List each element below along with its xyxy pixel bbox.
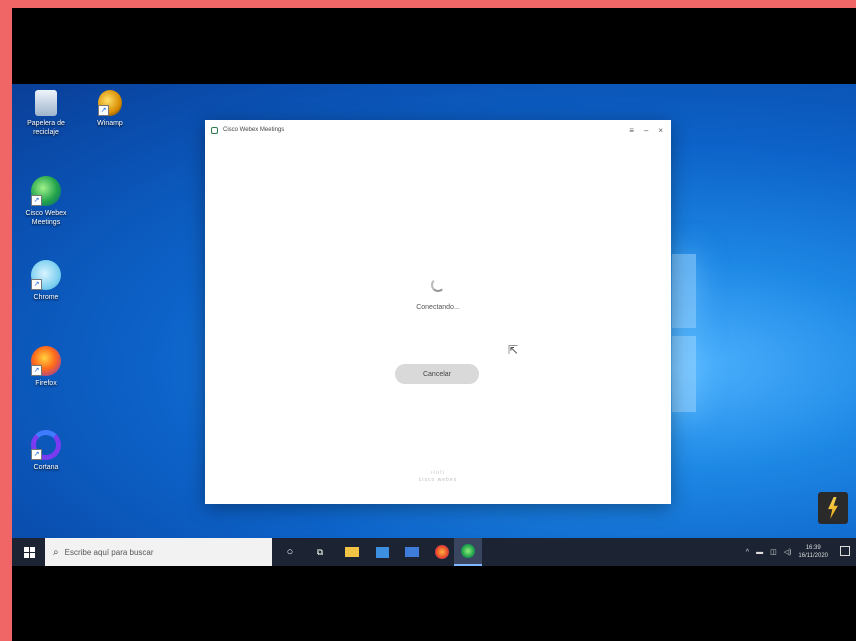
chevron-up-icon[interactable]: ^ [746,549,749,556]
loading-spinner-icon [431,278,445,292]
frame-top [0,0,856,8]
desktop-icon-label: Cisco Webex Meetings [25,210,67,226]
cancel-button[interactable]: Cancelar [395,364,479,384]
shortcut-arrow-icon: ↗ [31,449,42,460]
task-view-button[interactable]: ⧉ [310,538,330,566]
battery-icon[interactable]: ▬ [756,549,763,556]
store-icon[interactable] [372,538,392,566]
firefox-icon: ↗ [31,346,61,376]
shortcut-arrow-icon: ↗ [98,105,109,116]
frame-left [0,0,12,641]
mouse-cursor-icon: ⇱ [508,343,519,357]
mail-icon[interactable] [402,538,422,566]
start-button[interactable] [20,538,38,566]
desktop-icon-label: Chrome [33,294,59,301]
desktop-icon-firefox[interactable]: ↗ Firefox [14,346,78,388]
window-titlebar[interactable]: Cisco Webex Meetings ≡ – × [205,120,671,140]
webex-window: Cisco Webex Meetings ≡ – × Conectando...… [205,120,671,504]
notification-icon[interactable] [840,546,850,556]
desktop-icon-label: Firefox [35,380,57,387]
desktop-icon-label: Papelera de reciclaje [27,120,65,136]
network-icon[interactable]: ◫ [770,548,777,556]
volume-icon[interactable]: ◁) [784,548,792,556]
winamp-icon: ↗ [98,90,122,116]
file-explorer-icon[interactable] [342,538,362,566]
desktop-icon-label: Winamp [97,120,123,127]
taskbar-clock[interactable]: 16:39 16/11/2020 [798,544,828,560]
taskbar: ⌕ Escribe aquí para buscar ○ ⧉ ^ ▬ ◫ ◁) … [12,538,856,566]
desktop-icon-webex[interactable]: ↗ Cisco Webex Meetings [14,176,78,227]
webex-icon: ↗ [31,176,61,206]
shortcut-arrow-icon: ↗ [31,195,42,206]
windows-start-icon [23,546,35,558]
webex-app-icon [211,126,218,134]
menu-icon[interactable]: ≡ [629,126,634,135]
cortana-icon: ↗ [31,430,61,460]
cortana-button[interactable]: ○ [280,538,300,566]
windows-logo-pane [672,254,696,328]
desktop-icon-chrome[interactable]: ↗ Chrome [14,260,78,302]
cisco-webex-logo: ılıılı cisco webex [205,470,671,484]
connecting-status: Conectando... [416,304,460,311]
windows-logo-pane [672,336,696,412]
desktop-icon-recycle-bin[interactable]: Papelera de reciclaje [14,90,78,137]
search-placeholder: Escribe aquí para buscar [64,547,154,557]
shortcut-arrow-icon: ↗ [31,365,42,376]
footer-logo-text: cisco webex [418,477,458,483]
recycle-bin-icon [35,90,57,116]
minimize-icon[interactable]: – [644,126,648,135]
close-icon[interactable]: × [658,126,663,135]
lightning-icon [828,497,838,519]
window-title: Cisco Webex Meetings [223,127,285,133]
desktop-icon-winamp[interactable]: ↗ Winamp [78,90,142,128]
clock-time: 16:39 [805,545,821,551]
winamp-tray-icon[interactable] [818,492,848,524]
webex-taskbar-icon[interactable] [454,538,482,566]
shortcut-arrow-icon: ↗ [31,279,42,290]
desktop-icon-cortana[interactable]: ↗ Cortana [14,430,78,472]
taskbar-search-box[interactable]: ⌕ Escribe aquí para buscar [45,538,272,566]
system-tray: ^ ▬ ◫ ◁) 16:39 16/11/2020 [746,538,828,566]
clock-date: 16/11/2020 [798,553,828,559]
chrome-icon: ↗ [31,260,61,290]
cisco-logo-bars-icon: ılıılı [431,470,445,476]
firefox-taskbar-icon[interactable] [432,538,452,566]
desktop-icon-label: Cortana [33,464,59,471]
search-icon: ⌕ [53,546,59,558]
